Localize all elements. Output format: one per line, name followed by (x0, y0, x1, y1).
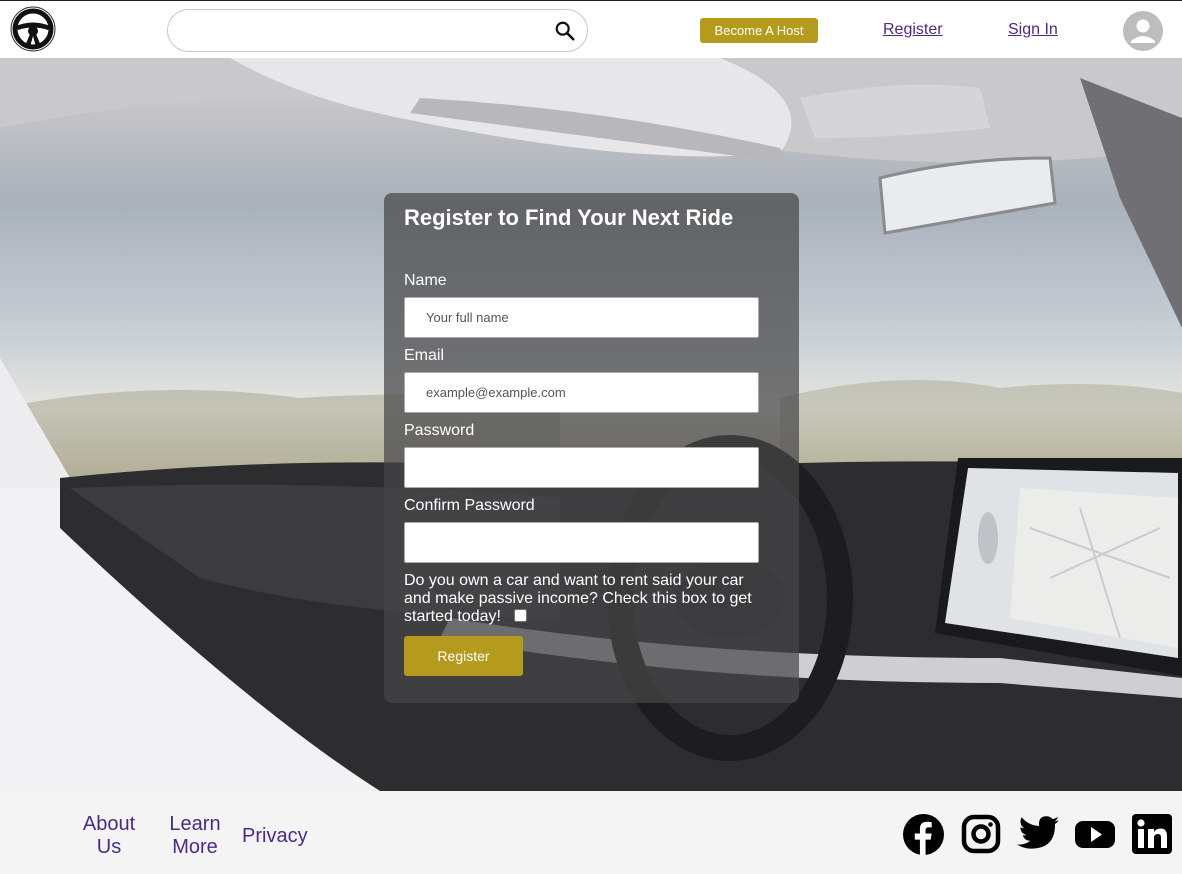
facebook-icon[interactable] (903, 814, 944, 855)
instagram-icon[interactable] (961, 814, 1002, 855)
register-submit-button[interactable]: Register (404, 636, 523, 676)
confirm-password-label: Confirm Password (404, 497, 535, 514)
user-avatar-icon[interactable] (1123, 11, 1163, 51)
confirm-password-input[interactable] (404, 522, 759, 563)
car-owner-checkbox[interactable] (514, 609, 527, 622)
twitter-icon[interactable] (1016, 814, 1060, 855)
privacy-link[interactable]: Privacy (242, 825, 308, 848)
name-label: Name (404, 272, 447, 289)
become-host-button[interactable]: Become A Host (700, 18, 818, 43)
name-input[interactable] (404, 297, 759, 338)
learn-more-link[interactable]: Learn More (166, 813, 224, 859)
register-link[interactable]: Register (883, 21, 943, 39)
search-bar (167, 9, 588, 52)
email-input[interactable] (404, 372, 759, 413)
email-label: Email (404, 347, 445, 364)
register-form-card: Register to Find Your Next Ride Name Ema… (384, 193, 799, 703)
car-owner-prompt: Do you own a car and want to rent said y… (404, 572, 752, 625)
about-us-link[interactable]: About Us (78, 813, 140, 859)
youtube-icon[interactable] (1074, 814, 1115, 855)
password-label: Password (404, 422, 475, 439)
search-icon[interactable] (554, 20, 576, 42)
footer: About Us Learn More Privacy (0, 791, 1182, 874)
password-input[interactable] (404, 447, 759, 488)
logo-steering-wheel-icon[interactable] (10, 6, 56, 52)
sign-in-link[interactable]: Sign In (1008, 21, 1058, 39)
form-title: Register to Find Your Next Ride (404, 205, 734, 230)
search-input[interactable] (186, 18, 546, 44)
top-navbar: Become A Host Register Sign In (0, 0, 1182, 58)
linkedin-icon[interactable] (1132, 814, 1172, 855)
